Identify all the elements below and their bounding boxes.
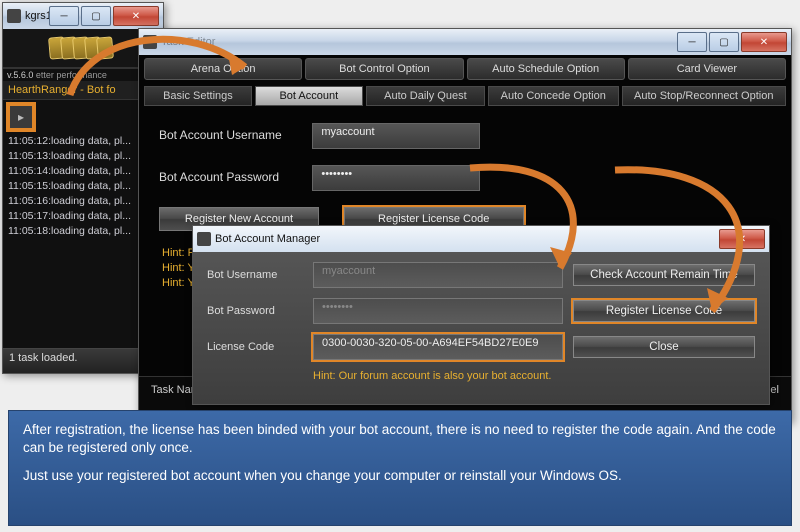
dialog-hint: Hint: Our forum account is also your bot… (313, 370, 755, 382)
license-code-input[interactable]: 0300-0030-320-05-00-A694EF54BD27E0E9 (313, 334, 563, 360)
play-icon[interactable]: ▸ (8, 104, 34, 130)
tab-row-2: Basic Settings Bot Account Auto Daily Qu… (139, 83, 791, 109)
maximize-button[interactable]: ▢ (81, 6, 111, 26)
app-icon (143, 35, 157, 49)
window-title: kgrs1iydjvz (25, 10, 49, 22)
close-button[interactable]: ✕ (741, 32, 787, 52)
tab-auto-schedule-option[interactable]: Auto Schedule Option (467, 58, 625, 80)
maximize-button[interactable]: ▢ (709, 32, 739, 52)
check-remain-time-button[interactable]: Check Account Remain Time (573, 264, 755, 286)
register-license-code-button[interactable]: Register License Code (573, 300, 755, 322)
dialog-title: Bot Account Manager (215, 233, 719, 245)
close-button[interactable]: ✕ (113, 6, 159, 26)
label-username: Bot Account Username (159, 128, 309, 142)
tab-basic-settings[interactable]: Basic Settings (144, 86, 252, 106)
minimize-button[interactable]: ─ (49, 6, 79, 26)
log-line: 11:05:14:loading data, pl... (8, 164, 158, 179)
log-line: 11:05:17:loading data, pl... (8, 209, 158, 224)
tab-card-viewer[interactable]: Card Viewer (628, 58, 786, 80)
info-paragraph: After registration, the license has been… (23, 421, 777, 457)
tab-auto-concede-option[interactable]: Auto Concede Option (488, 86, 619, 106)
bot-password-input[interactable]: •••••••• (313, 298, 563, 324)
label-bot-password: Bot Password (207, 305, 303, 317)
info-note: After registration, the license has been… (8, 410, 792, 526)
minimize-button[interactable]: ─ (677, 32, 707, 52)
titlebar-w1[interactable]: kgrs1iydjvz ─ ▢ ✕ (3, 3, 163, 30)
close-dialog-button[interactable]: Close (573, 336, 755, 358)
username-input[interactable]: myaccount (312, 123, 480, 149)
log-line: 11:05:15:loading data, pl... (8, 179, 158, 194)
tab-bot-control-option[interactable]: Bot Control Option (305, 58, 463, 80)
log-line: 11:05:13:loading data, pl... (8, 149, 158, 164)
log-line: 11:05:16:loading data, pl... (8, 194, 158, 209)
label-password: Bot Account Password (159, 170, 309, 184)
tab-auto-daily-quest[interactable]: Auto Daily Quest (366, 86, 485, 106)
info-paragraph: Just use your registered bot account whe… (23, 467, 777, 485)
close-button[interactable]: ✕ (719, 229, 765, 249)
app-icon (7, 9, 21, 23)
label-bot-username: Bot Username (207, 269, 303, 281)
bot-username-input[interactable]: myaccount (313, 262, 563, 288)
window-title: Task Editor (161, 36, 677, 48)
label-license-code: License Code (207, 341, 303, 353)
tab-arena-option[interactable]: Arena Option (144, 58, 302, 80)
app-icon (197, 232, 211, 246)
log-line: 11:05:12:loading data, pl... (8, 134, 158, 149)
tab-row-1: Arena Option Bot Control Option Auto Sch… (139, 55, 791, 83)
log-line: 11:05:18:loading data, pl... (8, 224, 158, 239)
password-input[interactable]: •••••••• (312, 165, 480, 191)
titlebar-w2[interactable]: Task Editor ─ ▢ ✕ (139, 29, 791, 56)
tab-auto-stop-reconnect[interactable]: Auto Stop/Reconnect Option (622, 86, 786, 106)
tab-bot-account[interactable]: Bot Account (255, 86, 363, 106)
titlebar-w3[interactable]: Bot Account Manager ✕ (193, 226, 769, 253)
bot-account-manager-dialog: Bot Account Manager ✕ Bot Username myacc… (192, 225, 770, 405)
